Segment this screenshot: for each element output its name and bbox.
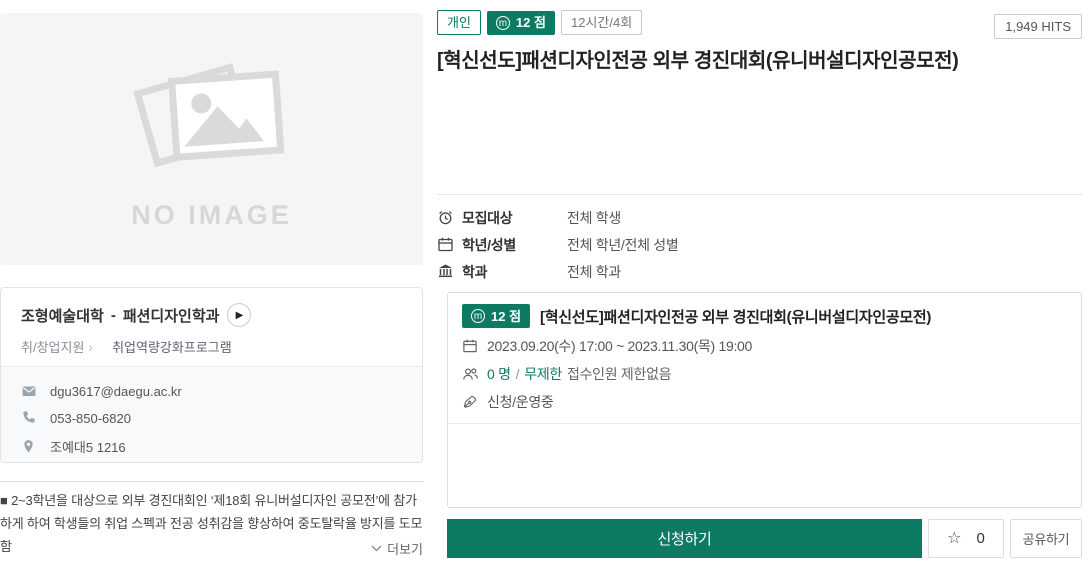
contact-location-row: 조예대5 1216 <box>21 437 402 456</box>
program-type: 취업역량강화프로그램 <box>112 340 232 355</box>
program-detail-page: NO IMAGE 조형예술대학 - 패션디자인학과 ▶ 취/창업지원 › 취업역… <box>0 0 1092 566</box>
calendar-icon <box>462 338 479 355</box>
program-category: 취/창업지원 <box>21 340 85 355</box>
calendar-icon <box>437 236 454 253</box>
applicant-limit: 무제한 <box>524 366 562 382</box>
info-label: 학과 <box>462 263 488 280</box>
session-card[interactable]: m 12 점 [혁신선도]패션디자인전공 외부 경진대회(유니버설디자인공모전)… <box>447 292 1082 508</box>
session-date-row: 2023.09.20(수) 17:00 ~ 2023.11.30(목) 19:0… <box>462 336 1067 356</box>
play-icon[interactable]: ▶ <box>227 303 252 327</box>
no-image-icon <box>122 48 302 178</box>
people-icon <box>462 366 479 383</box>
show-more-link[interactable]: 더보기 <box>0 539 423 558</box>
session-status: 신청/운영중 <box>487 394 554 410</box>
applicant-note: 접수인원 제한없음 <box>567 366 672 382</box>
info-label: 학년/성별 <box>462 236 516 253</box>
page-title: [혁신선도]패션디자인전공 외부 경진대회(유니버설디자인공모전) <box>437 50 959 72</box>
info-label: 모집대상 <box>462 209 513 226</box>
contact-email-row: dgu3617@daegu.ac.kr <box>21 383 402 399</box>
college-name: 조형예술대학 <box>21 307 104 325</box>
badge-row: 개인 m 12 점 12시간/4회 <box>437 10 643 35</box>
chevron-down-icon <box>371 545 382 552</box>
phone-icon <box>21 410 37 426</box>
pen-icon <box>462 394 479 411</box>
session-date-range: 2023.09.20(수) 17:00 ~ 2023.11.30(목) 19:0… <box>487 338 753 354</box>
chevron-right-icon: › <box>88 338 94 355</box>
applicant-count: 0 명 <box>487 366 511 382</box>
badge-hours-sessions: 12시간/4회 <box>560 10 643 35</box>
badge-points-label: 12 점 <box>515 15 546 30</box>
applicant-slash: / <box>515 366 520 382</box>
info-row-department: 학과 전체 학과 <box>437 258 1082 285</box>
mail-icon <box>21 383 37 399</box>
contact-phone-row: 053-850-6820 <box>21 410 402 426</box>
department-name: 패션디자인학과 <box>122 307 220 325</box>
organizer-contact: dgu3617@daegu.ac.kr 053-850-6820 조예대5 12… <box>1 366 422 462</box>
info-value: 전체 학생 <box>567 209 621 226</box>
show-more-label: 더보기 <box>387 542 423 557</box>
hits-counter: 1,949 HITS <box>994 14 1082 39</box>
session-status-row: 신청/운영중 <box>462 392 1067 412</box>
favorite-button[interactable]: ☆ 0 <box>928 519 1004 558</box>
bank-icon <box>437 263 454 280</box>
contact-email: dgu3617@daegu.ac.kr <box>50 383 182 399</box>
contact-phone: 053-850-6820 <box>50 410 131 426</box>
session-card-details: m 12 점 [혁신선도]패션디자인전공 외부 경진대회(유니버설디자인공모전)… <box>448 293 1081 424</box>
contact-location: 조예대5 1216 <box>50 440 126 455</box>
share-button[interactable]: 공유하기 <box>1010 519 1082 558</box>
recruit-info-section: 모집대상 전체 학생 학년/성별 전체 학년/전체 성별 학과 전체 학과 <box>437 194 1082 285</box>
program-detail-panel: 개인 m 12 점 12시간/4회 1,949 HITS [혁신선도]패션디자인… <box>437 0 1082 566</box>
session-points-label: 12 점 <box>491 308 522 324</box>
description-divider <box>0 481 424 482</box>
badge-individual: 개인 <box>437 10 481 35</box>
program-thumbnail-placeholder: NO IMAGE <box>0 13 423 265</box>
organizer-card: 조형예술대학 - 패션디자인학과 ▶ 취/창업지원 › 취업역량강화프로그램 d <box>0 287 423 463</box>
session-points-badge: m 12 점 <box>462 304 531 328</box>
info-value: 전체 학과 <box>567 263 621 280</box>
favorite-count: 0 <box>976 530 985 547</box>
college-dept-dash: - <box>110 306 116 324</box>
info-row-grade-gender: 학년/성별 전체 학년/전체 성별 <box>437 231 1082 258</box>
no-image-label: NO IMAGE <box>131 199 292 230</box>
location-pin-icon <box>21 439 37 455</box>
info-value: 전체 학년/전체 성별 <box>567 236 679 253</box>
mileage-icon: m <box>471 309 485 323</box>
session-capacity-row: 0 명 / 무제한 접수인원 제한없음 <box>462 364 1067 384</box>
session-title: [혁신선도]패션디자인전공 외부 경진대회(유니버설디자인공모전) <box>540 308 932 326</box>
apply-button[interactable]: 신청하기 <box>447 519 922 558</box>
star-icon: ☆ <box>947 529 962 547</box>
badge-points: m 12 점 <box>486 10 555 35</box>
clock-icon <box>437 209 454 226</box>
mileage-icon: m <box>495 15 510 30</box>
info-row-target: 모집대상 전체 학생 <box>437 204 1082 231</box>
